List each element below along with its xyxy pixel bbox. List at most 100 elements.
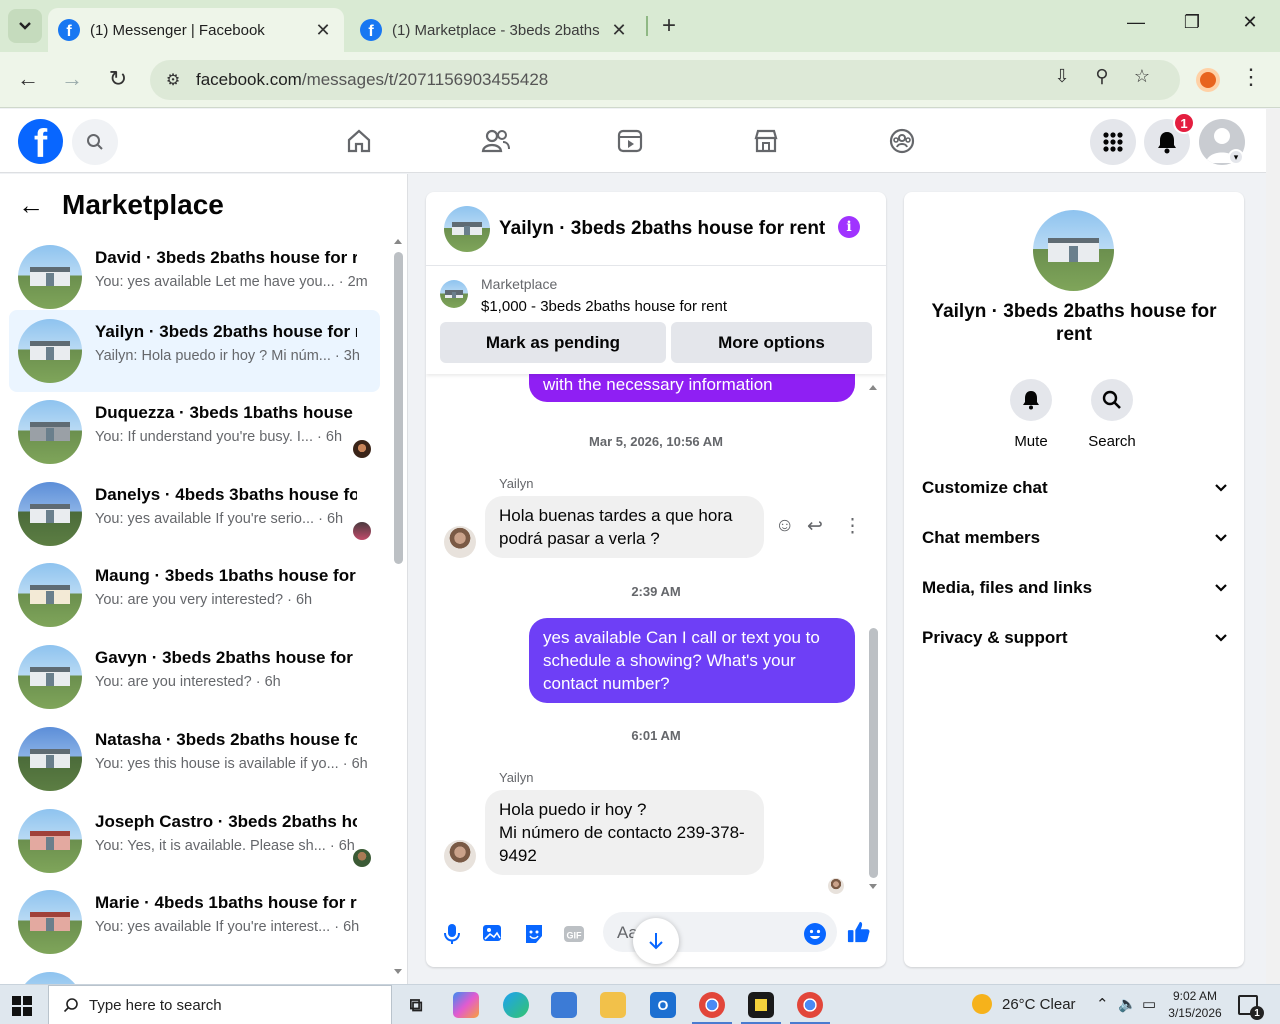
install-app-icon[interactable]: ⇩: [1048, 66, 1076, 87]
task-view-icon[interactable]: ⧉: [403, 992, 429, 1018]
tab-messenger[interactable]: f (1) Messenger | Facebook ✕: [48, 8, 344, 52]
conversation-item[interactable]: Maung · 3beds 1baths house for rent You:…: [9, 554, 380, 636]
chrome-icon[interactable]: [797, 992, 823, 1018]
sticky-notes-icon[interactable]: [748, 992, 774, 1018]
tab-marketplace[interactable]: f (1) Marketplace - 3beds 2baths ✕: [350, 8, 640, 52]
back-arrow-icon[interactable]: ←: [18, 190, 44, 221]
close-tab-icon[interactable]: ✕: [608, 20, 630, 41]
windows-start-icon[interactable]: [12, 996, 32, 1016]
browser-profile-icon[interactable]: [1196, 68, 1220, 92]
volume-icon[interactable]: 🔈: [1118, 995, 1137, 1013]
tab-search-button[interactable]: [8, 9, 42, 43]
scroll-up-icon[interactable]: [867, 382, 879, 392]
conversation-item[interactable]: Marie · 4beds 1baths house for rent You:…: [9, 881, 380, 963]
edge-icon[interactable]: [503, 992, 529, 1018]
sticker-icon[interactable]: [522, 922, 546, 946]
conversation-item[interactable]: David · 3beds 2baths house for rent You:…: [9, 236, 380, 318]
scroll-thumb[interactable]: [869, 628, 878, 878]
like-thumb-icon[interactable]: [847, 920, 871, 944]
gif-icon[interactable]: GIF: [562, 922, 586, 946]
store-icon[interactable]: [551, 992, 577, 1018]
scroll-thumb[interactable]: [394, 252, 403, 564]
zoom-icon[interactable]: ⚲: [1088, 66, 1116, 87]
outgoing-message[interactable]: yes available Can I call or text you to …: [529, 618, 855, 703]
mute-button[interactable]: Mute: [991, 379, 1071, 450]
conversation-item-selected[interactable]: Yailyn · 3beds 2baths house for rent Yai…: [9, 310, 380, 392]
listing-thumbnail[interactable]: [440, 280, 468, 308]
outlook-icon[interactable]: O: [650, 992, 676, 1018]
media-files-links-row[interactable]: Media, files and links: [922, 570, 1228, 606]
incoming-message[interactable]: Hola buenas tardes a que hora podrá pasa…: [485, 496, 764, 558]
sender-avatar[interactable]: [444, 840, 476, 872]
mark-as-pending-button[interactable]: Mark as pending: [440, 322, 666, 363]
address-bar[interactable]: ⚙ facebook.com/messages/t/20711569034554…: [150, 60, 1180, 100]
home-icon[interactable]: [343, 125, 375, 157]
listing-thumbnail: [18, 563, 82, 627]
weather-widget[interactable]: 26°C Clear: [972, 994, 1076, 1014]
network-icon[interactable]: ▭: [1142, 995, 1156, 1013]
scroll-down-icon[interactable]: [867, 882, 879, 892]
forward-icon[interactable]: →: [58, 66, 86, 92]
tray-chevron-up-icon[interactable]: ⌃: [1096, 995, 1109, 1013]
reply-icon[interactable]: ↩: [807, 515, 823, 538]
listing-price[interactable]: $1,000 - 3beds 2baths house for rent: [481, 298, 727, 315]
back-icon[interactable]: ←: [14, 66, 42, 92]
windows-taskbar: Type here to search ⧉ O 26°C Clear ⌃ 🔈 ▭…: [0, 984, 1280, 1024]
photo-icon[interactable]: [481, 922, 505, 946]
chat-title[interactable]: Yailyn · 3beds 2baths house for rent: [499, 218, 825, 240]
sender-avatar[interactable]: [444, 526, 476, 558]
new-tab-button[interactable]: +: [656, 12, 682, 40]
sender-name: Yailyn: [499, 476, 534, 491]
info-icon[interactable]: i: [838, 216, 860, 238]
notification-center-icon[interactable]: 1: [1238, 995, 1264, 1020]
menu-grid-button[interactable]: [1090, 119, 1136, 165]
minimize-icon[interactable]: —: [1121, 12, 1151, 33]
scroll-up-icon[interactable]: [392, 236, 404, 246]
inbox-scrollbar[interactable]: [392, 234, 404, 979]
customize-chat-row[interactable]: Customize chat: [922, 470, 1228, 506]
friends-icon[interactable]: [480, 125, 512, 157]
copilot-icon[interactable]: [453, 992, 479, 1018]
search-in-chat-button[interactable]: Search: [1072, 379, 1152, 450]
close-window-icon[interactable]: ✕: [1235, 12, 1265, 33]
chrome-icon[interactable]: [699, 992, 725, 1018]
incoming-message[interactable]: Hola puedo ir hoy ? Mi número de contact…: [485, 790, 764, 875]
react-emoji-icon[interactable]: ☺: [775, 515, 794, 537]
file-explorer-icon[interactable]: [600, 992, 626, 1018]
restore-icon[interactable]: ❐: [1177, 12, 1207, 33]
chat-scrollbar[interactable]: [866, 382, 880, 892]
taskbar-search-box[interactable]: Type here to search: [48, 985, 392, 1024]
site-settings-icon[interactable]: ⚙: [150, 70, 196, 90]
more-options-button[interactable]: More options: [671, 322, 872, 363]
conversation-item[interactable]: Natasha · 3beds 2baths house for rent Yo…: [9, 718, 380, 800]
bookmark-star-icon[interactable]: ☆: [1128, 66, 1156, 87]
more-actions-icon[interactable]: ⋮: [843, 515, 862, 538]
marketplace-icon[interactable]: [750, 125, 782, 157]
browser-menu-icon[interactable]: ⋮: [1240, 64, 1262, 90]
scroll-down-icon[interactable]: [392, 967, 404, 977]
facebook-logo[interactable]: f: [18, 119, 63, 164]
chat-profile-avatar[interactable]: [1033, 210, 1114, 291]
video-icon[interactable]: [614, 125, 646, 157]
emoji-icon[interactable]: [803, 922, 827, 946]
chat-members-row[interactable]: Chat members: [922, 520, 1228, 556]
scroll-to-bottom-button[interactable]: [633, 918, 679, 964]
taskbar-clock[interactable]: 9:02 AM 3/15/2026: [1163, 988, 1227, 1022]
reload-icon[interactable]: ↻: [104, 66, 132, 92]
conversation-item[interactable]: Duquezza · 3beds 1baths house for rent Y…: [9, 391, 380, 473]
privacy-support-row[interactable]: Privacy & support: [922, 620, 1228, 656]
conversation-item[interactable]: [9, 963, 380, 984]
groups-icon[interactable]: [886, 125, 918, 157]
section-label: Privacy & support: [922, 628, 1068, 647]
conversation-item[interactable]: Danelys · 4beds 3baths house for rent Yo…: [9, 473, 380, 555]
conversation-item[interactable]: Joseph Castro · 3beds 2baths house for r…: [9, 800, 380, 882]
chat-avatar[interactable]: [444, 206, 490, 252]
account-chevron-down-icon[interactable]: ▾: [1228, 149, 1244, 165]
facebook-search-button[interactable]: [72, 119, 118, 165]
snippet-time: 6h: [264, 674, 281, 690]
outgoing-message[interactable]: with the necessary information: [529, 374, 855, 402]
microphone-icon[interactable]: [440, 922, 464, 946]
conversation-item[interactable]: Gavyn · 3beds 2baths house for rent You:…: [9, 636, 380, 718]
page-scrollbar[interactable]: [1266, 109, 1280, 984]
close-tab-icon[interactable]: ✕: [312, 20, 334, 41]
